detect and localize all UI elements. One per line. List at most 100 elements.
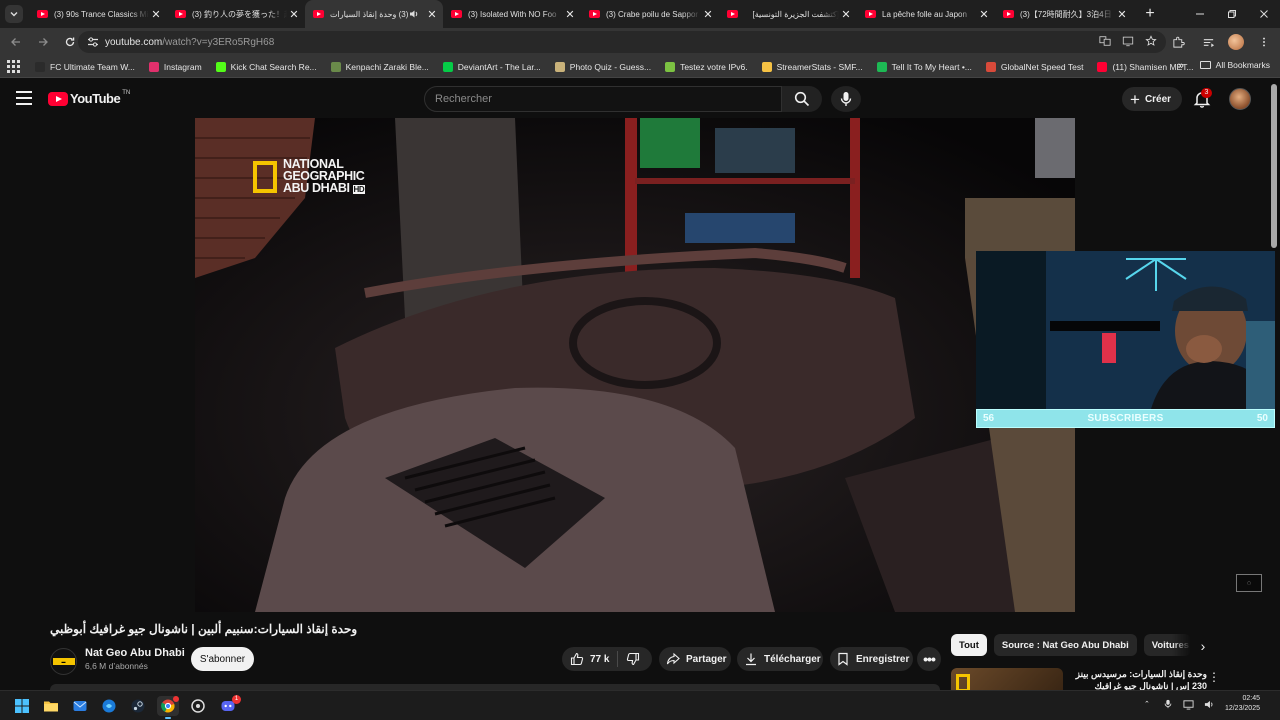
download-button[interactable]: Télécharger bbox=[737, 647, 823, 671]
chevron-up-icon[interactable]: ⌃ bbox=[1141, 698, 1153, 710]
video-player[interactable]: NATIONAL GEOGRAPHIC ABU DHABI HD bbox=[195, 118, 1075, 612]
clock[interactable]: 02:45 12/23/2025 bbox=[1225, 694, 1260, 714]
tab-title: (3) 釣り人の夢を獲った！超 bbox=[192, 9, 287, 19]
steam-icon bbox=[131, 699, 145, 713]
bookmark-item[interactable]: Kick Chat Search Re... bbox=[215, 61, 317, 72]
close-window-button[interactable] bbox=[1248, 0, 1280, 28]
youtube-header: YouTube TN + Créer 3 bbox=[0, 79, 1280, 119]
channel-watermark-icon[interactable]: ▢ bbox=[1236, 574, 1262, 592]
voice-search-button[interactable] bbox=[831, 86, 861, 112]
bookmarks-bar: FC Ultimate Team W... Instagram Kick Chat … bbox=[0, 56, 1280, 78]
like-button[interactable]: 77 k bbox=[570, 652, 609, 666]
discord-button[interactable]: 1 bbox=[217, 695, 241, 716]
toolbar: youtube.com/watch?v=y3ERo5RgH68 bbox=[0, 28, 1280, 56]
chip-source[interactable]: Source : Nat Geo Abu Dhabi bbox=[993, 634, 1137, 656]
close-tab-icon[interactable]: ✕ bbox=[563, 7, 577, 21]
new-tab-button[interactable]: + bbox=[1139, 3, 1161, 25]
volume-icon[interactable] bbox=[1204, 698, 1216, 710]
share-button[interactable]: Partager bbox=[659, 647, 731, 671]
apps-grid-icon[interactable] bbox=[7, 60, 21, 74]
extensions-icon[interactable] bbox=[1168, 32, 1188, 52]
user-avatar[interactable] bbox=[1229, 88, 1251, 110]
browser-tab[interactable]: (3) 釣り人の夢を獲った！超 ✕ bbox=[167, 0, 305, 28]
browser-tab[interactable]: (3) 90s Trance Classics Mi ✕ bbox=[29, 0, 167, 28]
recommended-video-thumbnail[interactable] bbox=[951, 668, 1063, 690]
url-path: /watch?v=y3ERo5RgH68 bbox=[162, 36, 275, 48]
cast-icon[interactable] bbox=[1121, 34, 1135, 48]
browser-tab[interactable]: [كتشفت الجزيرة التونسية] ✕ bbox=[719, 0, 857, 28]
recommended-video-title[interactable]: وحدة إنقاذ السيارات: مرسيدس بينز 230 إس … bbox=[1069, 668, 1207, 690]
start-button[interactable] bbox=[11, 696, 33, 716]
site-info-icon[interactable] bbox=[86, 35, 100, 49]
yellow-frame-icon bbox=[956, 674, 970, 690]
bookmark-item[interactable]: Testez votre IPv6. bbox=[665, 61, 748, 72]
bookmark-list: FC Ultimate Team W... Instagram Kick Chat … bbox=[35, 61, 1208, 72]
close-tab-icon[interactable]: ✕ bbox=[1115, 7, 1129, 21]
arrow-right-icon bbox=[39, 38, 48, 46]
edge-browser-button[interactable] bbox=[98, 696, 120, 716]
chrome-button[interactable] bbox=[157, 696, 179, 719]
save-button[interactable]: Enregistrer bbox=[830, 647, 913, 671]
chip-all[interactable]: Tout bbox=[951, 634, 987, 656]
search-input[interactable] bbox=[435, 93, 765, 105]
bookmark-item[interactable]: Kenpachi Zaraki Ble... bbox=[330, 61, 429, 72]
browser-tab-active[interactable]: (3) وحدة إنقاذ السيارات ✕ bbox=[305, 0, 443, 28]
youtube-favicon-icon bbox=[727, 10, 738, 18]
page-scrollbar-thumb[interactable] bbox=[1271, 84, 1277, 248]
browser-tab[interactable]: (3)【72時間耐久】3泊4日 ✕ bbox=[995, 0, 1133, 28]
file-explorer-button[interactable] bbox=[40, 696, 62, 716]
create-label: Créer bbox=[1144, 93, 1172, 105]
create-button[interactable]: + Créer bbox=[1122, 87, 1183, 111]
hamburger-menu-icon[interactable] bbox=[16, 91, 32, 105]
bookmarks-overflow-button[interactable]: » bbox=[1178, 60, 1184, 72]
channel-name[interactable]: Nat Geo Abu Dhabi bbox=[85, 647, 185, 659]
network-icon[interactable] bbox=[1183, 698, 1195, 710]
minimize-button[interactable] bbox=[1184, 0, 1216, 28]
tab-search-button[interactable] bbox=[5, 5, 23, 23]
translate-icon[interactable] bbox=[1098, 34, 1112, 48]
dislike-button[interactable] bbox=[626, 652, 640, 666]
browser-tab[interactable]: (3) Isolated With NO Foo ✕ bbox=[443, 0, 581, 28]
bookmark-item[interactable]: GlobalNet Speed Test bbox=[985, 61, 1083, 72]
close-tab-icon[interactable]: ✕ bbox=[149, 7, 163, 21]
vertical-dots-icon[interactable]: ⋮ bbox=[1208, 670, 1220, 684]
system-tray: ⌃ 02:45 12/23/2025 bbox=[1141, 694, 1260, 714]
chip-vintage-cars[interactable]: Voitures vin bbox=[1143, 634, 1191, 656]
channel-avatar[interactable]: ▬ bbox=[50, 648, 77, 675]
steam-button[interactable] bbox=[127, 696, 149, 716]
bookmark-star-icon[interactable] bbox=[1144, 34, 1158, 48]
more-actions-button[interactable]: ••• bbox=[917, 647, 941, 671]
bookmark-item[interactable]: Photo Quiz - Guess... bbox=[554, 61, 651, 72]
close-tab-icon[interactable]: ✕ bbox=[287, 7, 301, 21]
app-button[interactable] bbox=[187, 696, 209, 716]
search-button[interactable] bbox=[782, 86, 822, 112]
youtube-logo[interactable]: YouTube TN bbox=[48, 89, 131, 106]
bookmark-item[interactable]: StreamerStats - SMF... bbox=[761, 61, 863, 72]
microphone-icon[interactable] bbox=[1162, 698, 1174, 710]
close-tab-icon[interactable]: ✕ bbox=[425, 7, 439, 21]
window-controls bbox=[1184, 0, 1280, 28]
outlook-button[interactable] bbox=[69, 696, 91, 716]
browser-tab[interactable]: La pêche folle au Japon ✕ bbox=[857, 0, 995, 28]
bookmark-item[interactable]: Tell It To My Heart •... bbox=[876, 61, 972, 72]
more-menu-icon[interactable] bbox=[1254, 32, 1274, 52]
bookmark-item[interactable]: FC Ultimate Team W... bbox=[35, 61, 135, 72]
media-queue-icon[interactable] bbox=[1198, 32, 1218, 52]
browser-tab[interactable]: (3) Crabe poilu de Sappor ✕ bbox=[581, 0, 719, 28]
back-button[interactable] bbox=[4, 30, 28, 54]
forward-button[interactable] bbox=[31, 30, 55, 54]
restore-button[interactable] bbox=[1216, 0, 1248, 28]
all-bookmarks-button[interactable]: All Bookmarks bbox=[1199, 60, 1270, 70]
close-tab-icon[interactable]: ✕ bbox=[701, 7, 715, 21]
bookmark-item[interactable]: DeviantArt - The Lar... bbox=[442, 61, 541, 72]
country-code: TN bbox=[122, 89, 131, 96]
profile-avatar[interactable] bbox=[1228, 34, 1244, 50]
bookmark-item[interactable]: Instagram bbox=[148, 61, 202, 72]
speaker-icon[interactable] bbox=[409, 9, 419, 19]
subscribe-button[interactable]: S'abonner bbox=[191, 647, 254, 671]
chevron-right-icon[interactable]: › bbox=[1195, 638, 1211, 654]
close-tab-icon[interactable]: ✕ bbox=[977, 7, 991, 21]
webcam-overlay bbox=[976, 251, 1275, 409]
close-tab-icon[interactable]: ✕ bbox=[839, 7, 853, 21]
address-bar[interactable]: youtube.com/watch?v=y3ERo5RgH68 bbox=[78, 31, 1166, 53]
